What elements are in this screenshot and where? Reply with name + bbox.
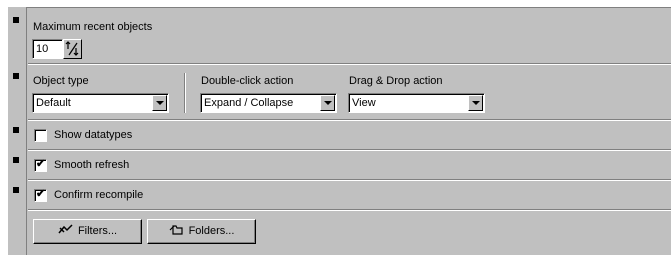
confirm-recompile-label: Confirm recompile — [54, 189, 144, 201]
funnel-arrow-icon — [58, 224, 73, 234]
show-datatypes-label: Show datatypes — [54, 129, 133, 141]
section-separator — [28, 63, 671, 65]
folders-label: Folders... — [188, 225, 235, 237]
double-click-select[interactable]: Expand / Collapse — [200, 93, 337, 113]
section-marker — [13, 127, 19, 133]
folder-arrow-icon — [169, 225, 183, 235]
section-separator — [28, 209, 671, 211]
max-recent-input[interactable]: 10 — [32, 39, 63, 59]
max-recent-label: Maximum recent objects — [33, 21, 153, 33]
section-marker — [13, 187, 19, 193]
section-separator — [28, 149, 671, 151]
checkmark-icon: ✔ — [36, 158, 46, 170]
object-type-value: Default — [36, 97, 71, 109]
smooth-refresh-label: Smooth refresh — [54, 159, 130, 171]
chevron-down-icon[interactable] — [152, 95, 167, 111]
confirm-recompile-checkbox[interactable]: ✔ — [34, 188, 47, 202]
section-separator — [28, 119, 671, 121]
drag-drop-label: Drag & Drop action — [349, 75, 443, 87]
section-marker — [13, 157, 19, 163]
double-click-label: Double-click action — [201, 75, 294, 87]
checkmark-icon: ✔ — [36, 188, 46, 200]
filters-label: Filters... — [77, 225, 118, 237]
spin-button[interactable] — [63, 39, 82, 59]
vertical-divider — [184, 73, 186, 113]
object-type-select[interactable]: Default — [32, 93, 169, 113]
chevron-down-icon[interactable] — [320, 95, 335, 111]
chevron-down-icon[interactable] — [468, 95, 483, 111]
double-click-value: Expand / Collapse — [204, 97, 294, 109]
drag-drop-value: View — [352, 97, 376, 109]
folders-button[interactable]: Folders... — [147, 219, 256, 244]
section-marker — [13, 73, 19, 79]
smooth-refresh-checkbox[interactable]: ✔ — [34, 158, 47, 172]
section-marker — [13, 17, 19, 23]
object-type-label: Object type — [33, 75, 89, 87]
filters-button[interactable]: Filters... — [33, 219, 142, 244]
drag-drop-select[interactable]: View — [348, 93, 485, 113]
show-datatypes-checkbox[interactable] — [34, 129, 47, 142]
section-separator — [28, 179, 671, 181]
up-down-arrows-icon — [65, 41, 79, 56]
max-recent-value: 10 — [36, 43, 49, 55]
